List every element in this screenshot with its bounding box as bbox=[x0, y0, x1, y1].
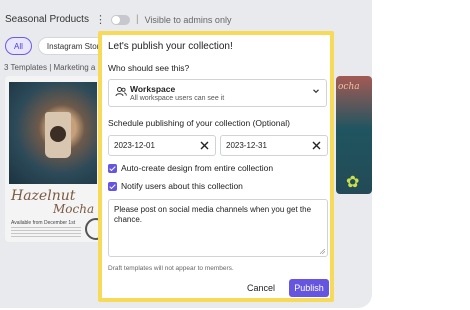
header-separator: | bbox=[135, 14, 139, 25]
draft-note: Draft templates will not appear to membe… bbox=[108, 265, 234, 272]
users-icon bbox=[115, 87, 127, 97]
audience-select[interactable]: Workspace All workspace users can see it bbox=[108, 79, 327, 107]
end-date-field[interactable]: 2023-12-31 bbox=[220, 135, 328, 156]
template-count: 3 Templates | Marketing a bbox=[4, 63, 96, 72]
start-date-field[interactable]: 2023-12-01 bbox=[108, 135, 216, 156]
card-availability: Available from December 1st bbox=[11, 220, 76, 226]
message-text: Please post on social media channels whe… bbox=[114, 205, 312, 224]
notify-users-label: Notify users about this collection bbox=[121, 181, 243, 191]
notify-users-checkbox[interactable] bbox=[108, 181, 117, 191]
leaf-icon: ✿ bbox=[346, 174, 360, 191]
filter-chips: All Instagram Story bbox=[5, 37, 113, 55]
audience-selected: Workspace bbox=[130, 84, 176, 94]
collection-title: Seasonal Products bbox=[5, 14, 89, 25]
end-date-value: 2023-12-31 bbox=[226, 141, 267, 150]
template-photo bbox=[9, 82, 97, 184]
message-textarea[interactable]: Please post on social media channels whe… bbox=[108, 199, 328, 257]
auto-create-option[interactable]: Auto-create design from entire collectio… bbox=[108, 163, 273, 173]
schedule-label: Schedule publishing of your collection (… bbox=[108, 118, 290, 128]
chevron-down-icon bbox=[313, 89, 319, 94]
coffee-cup-image bbox=[45, 112, 71, 158]
card2-title: ocha bbox=[338, 82, 360, 92]
template-card[interactable]: Hazelnut Mocha Available from December 1… bbox=[5, 76, 101, 242]
cancel-button[interactable]: Cancel bbox=[247, 283, 275, 293]
visibility-toggle[interactable] bbox=[110, 14, 130, 25]
visibility-note: Visible to admins only bbox=[144, 14, 232, 25]
more-options-icon[interactable]: ⋮ bbox=[95, 13, 106, 26]
clear-end-date-icon[interactable] bbox=[311, 140, 322, 151]
card-title-mocha: Mocha bbox=[53, 202, 95, 216]
auto-create-label: Auto-create design from entire collectio… bbox=[121, 163, 274, 173]
chip-all[interactable]: All bbox=[5, 37, 32, 55]
resize-handle-icon[interactable] bbox=[320, 249, 325, 254]
collection-header: Seasonal Products ⋮ | Visible to admins … bbox=[5, 13, 231, 26]
audience-label: Who should see this? bbox=[108, 63, 190, 73]
publish-collection-modal: Let's publish your collection! Who shoul… bbox=[98, 31, 334, 302]
publish-button[interactable]: Publish bbox=[289, 279, 329, 297]
modal-title: Let's publish your collection! bbox=[108, 41, 233, 52]
audience-description: All workspace users can see it bbox=[130, 95, 225, 102]
start-date-value: 2023-12-01 bbox=[114, 141, 155, 150]
auto-create-checkbox[interactable] bbox=[108, 163, 117, 173]
card-fine-print bbox=[11, 227, 81, 237]
clear-start-date-icon[interactable] bbox=[199, 140, 210, 151]
template-card-2[interactable]: ocha ✿ bbox=[336, 76, 372, 194]
notify-users-option[interactable]: Notify users about this collection bbox=[108, 181, 243, 191]
